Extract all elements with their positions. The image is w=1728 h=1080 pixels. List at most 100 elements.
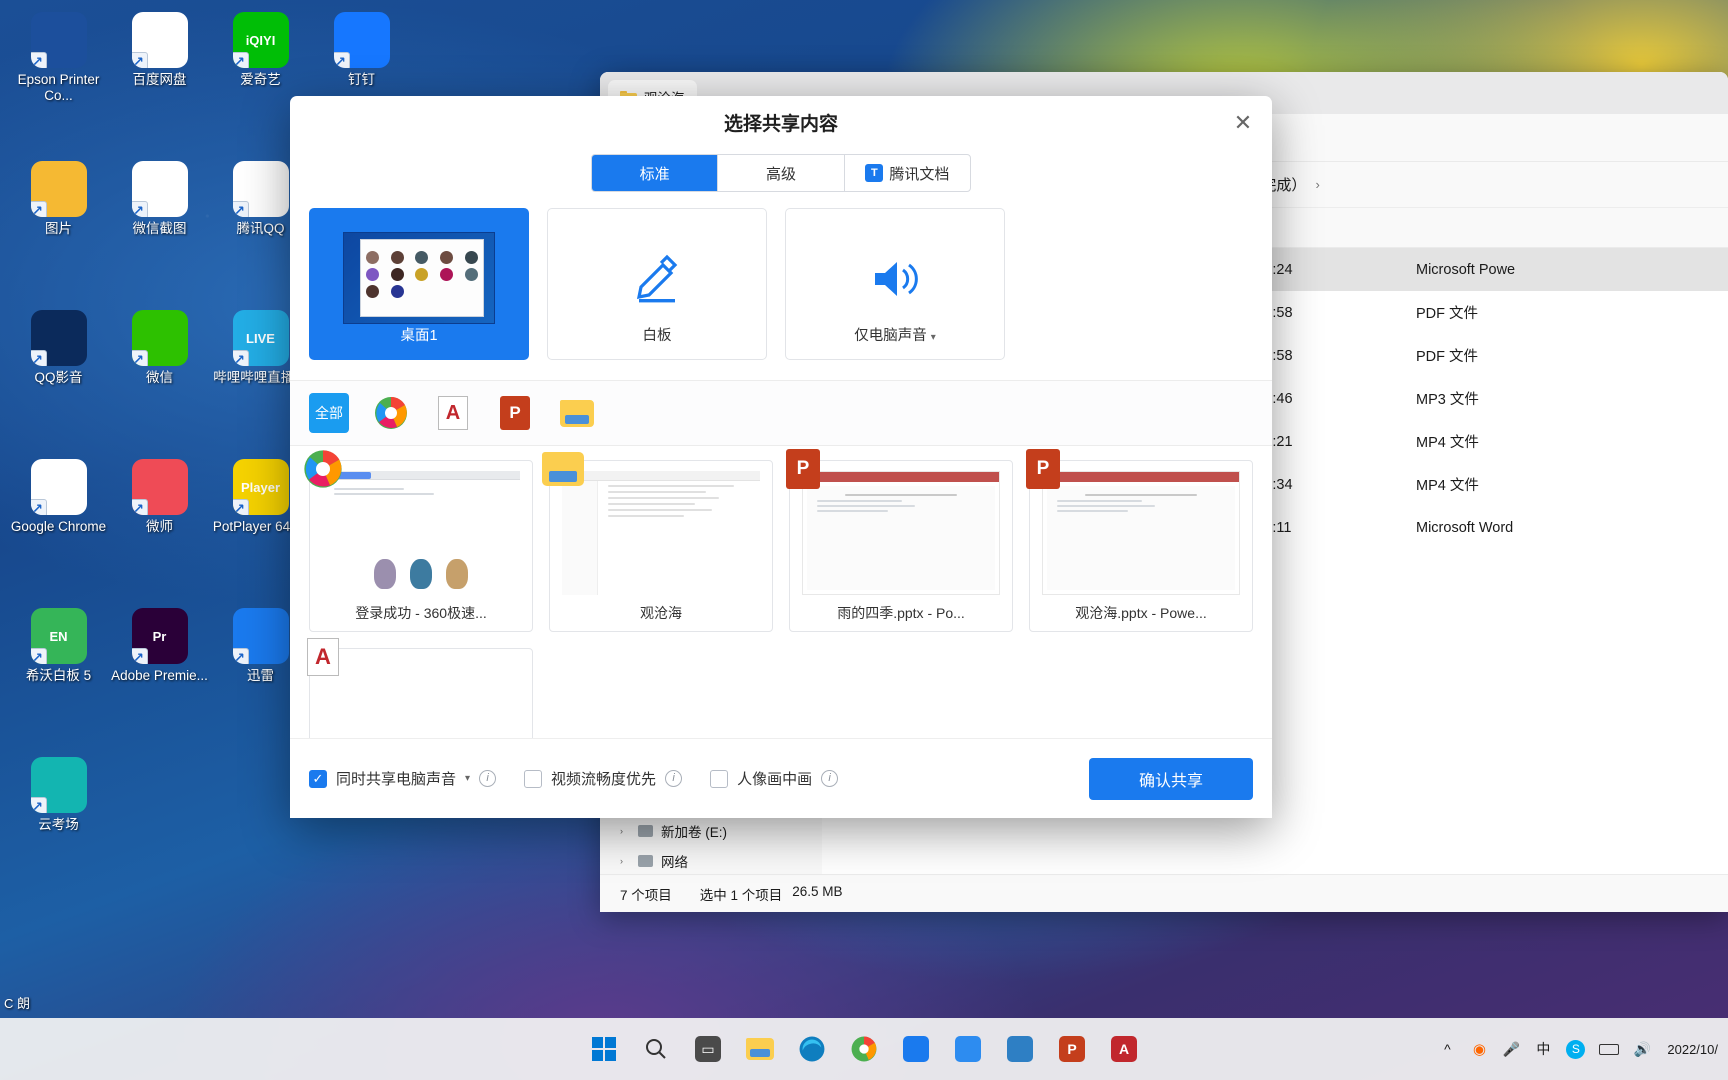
- cloud-exam-icon: ↗: [30, 757, 87, 813]
- taskbar-xunlei-icon[interactable]: [899, 1032, 933, 1066]
- taskbar-meeting-icon[interactable]: [1003, 1032, 1037, 1066]
- folder-filter-icon[interactable]: [557, 393, 597, 433]
- shortcut-arrow-icon: ↗: [131, 499, 148, 515]
- tray-sogou-icon[interactable]: ◉: [1470, 1038, 1488, 1060]
- window-thumbnail-card[interactable]: 观沧海: [542, 452, 773, 632]
- desktop-icon-label: Adobe Premie...: [111, 668, 208, 683]
- taskbar-file-explorer-icon[interactable]: [743, 1032, 777, 1066]
- desktop-icon-pictures-folder-icon[interactable]: ↗ 图片: [8, 155, 109, 304]
- tab-label: 高级: [765, 165, 796, 183]
- share-source-whiteboard[interactable]: 白板: [547, 208, 767, 360]
- close-icon[interactable]: ✕: [1228, 108, 1258, 138]
- tray-show-hidden-icon[interactable]: ^: [1438, 1038, 1456, 1060]
- share-source-desktop[interactable]: 桌面1: [309, 208, 529, 360]
- taskbar-powerpoint-icon[interactable]: P: [1055, 1032, 1089, 1066]
- chrome-360-filter-icon[interactable]: [371, 393, 411, 433]
- desktop-icon-epson-printer-icon[interactable]: ↗ Epson Printer Co...: [8, 6, 109, 155]
- option-0[interactable]: ✓ 同时共享电脑声音 ▾ i: [309, 768, 497, 789]
- window-thumbnail-card[interactable]: A: [307, 638, 533, 738]
- taskbar-clock[interactable]: 2022/10/: [1667, 1042, 1718, 1057]
- option-2[interactable]: 人像画中画 i: [710, 768, 839, 789]
- taskbar-items[interactable]: ▭ P A: [587, 1032, 1141, 1066]
- nav-item-label: 新加卷 (E:): [661, 825, 727, 840]
- window-preview-thumbnail: [802, 471, 1000, 595]
- desktop-icon-seewo-whiteboard-icon[interactable]: EN ↗ 希沃白板 5: [8, 602, 109, 751]
- powerpoint-icon: P: [781, 447, 825, 491]
- shortcut-arrow-icon: ↗: [232, 499, 249, 515]
- tray-mic-icon[interactable]: 🎤: [1502, 1038, 1520, 1060]
- tray-ime-icon[interactable]: 中: [1534, 1038, 1552, 1060]
- nav-item[interactable]: › 网络: [612, 846, 822, 876]
- nav-item-label: 网络: [661, 855, 688, 870]
- shortcut-arrow-icon: ↗: [131, 52, 148, 68]
- system-tray[interactable]: ^ ◉ 🎤 中 S 🔊 2022/10/: [1438, 1038, 1718, 1060]
- tencent-docs-icon: T: [865, 164, 884, 182]
- checkbox[interactable]: ✓: [309, 769, 327, 788]
- option-1[interactable]: 视频流畅度优先 i: [524, 768, 683, 789]
- window-preview-thumbnail: [1042, 471, 1240, 595]
- info-icon[interactable]: i: [665, 770, 683, 787]
- tab-1[interactable]: 高级: [718, 155, 845, 191]
- taskbar-google-chrome-icon[interactable]: [847, 1032, 881, 1066]
- explorer-status-bar: 7 个项目 选中 1 个项目 26.5 MB: [600, 874, 1728, 912]
- tray-volume-icon[interactable]: 🔊: [1633, 1038, 1651, 1060]
- info-icon[interactable]: i: [821, 770, 839, 787]
- window-preview-thumbnail: [562, 471, 760, 595]
- baidu-netdisk-icon: ↗: [131, 12, 188, 68]
- desktop-corner-text: C 朗: [4, 996, 31, 1011]
- adobe-premiere-icon: Pr ↗: [131, 608, 188, 664]
- checkbox[interactable]: [524, 769, 543, 788]
- share-source-audio[interactable]: 仅电脑声音 ▾: [785, 208, 1005, 360]
- drive-icon: [638, 825, 653, 837]
- app-filter-row[interactable]: 全部 A P: [290, 380, 1272, 446]
- window-thumbnail-card[interactable]: P 观沧海.pptx - Powe...: [1026, 449, 1253, 632]
- pdf-icon: A: [301, 635, 345, 679]
- chevron-down-icon[interactable]: ▾: [465, 773, 470, 784]
- desktop-icon-adobe-premiere-icon[interactable]: Pr ↗ Adobe Premie...: [109, 602, 210, 751]
- all-filter-icon[interactable]: 全部: [309, 393, 349, 433]
- desktop-icon-baidu-netdisk-icon[interactable]: ↗ 百度网盘: [109, 6, 210, 155]
- desktop-icon-weishi-icon[interactable]: ↗ 微师: [109, 453, 210, 602]
- nav-item[interactable]: › 新加卷 (E:): [612, 816, 822, 846]
- pdf-filter-icon[interactable]: A: [433, 393, 473, 433]
- share-source-row[interactable]: 桌面1 白板 仅电脑声音 ▾: [290, 208, 1272, 380]
- desktop-icon-wechat-screenshot-icon[interactable]: ↗ 微信截图: [109, 155, 210, 304]
- chevron-down-icon[interactable]: ▾: [931, 332, 936, 343]
- desktop-icon-cloud-exam-icon[interactable]: ↗ 云考场: [8, 751, 109, 900]
- powerpoint-filter-icon[interactable]: P: [495, 393, 535, 433]
- tab-0[interactable]: 标准: [592, 155, 719, 191]
- share-content-dialog[interactable]: 选择共享内容 ✕ 标准 高级 T 腾讯文档 桌面1 白板 仅电脑声音 ▾ 全部 A P 登录成…: [290, 96, 1272, 818]
- file-type-cell: PDF 文件: [1416, 349, 1479, 365]
- window-thumbnail-label: 观沧海: [640, 605, 682, 621]
- tray-battery-icon[interactable]: [1599, 1038, 1620, 1060]
- taskbar-windows-start-icon[interactable]: [587, 1032, 621, 1066]
- window-thumbnail-card[interactable]: P 雨的四季.pptx - Po...: [786, 449, 1013, 632]
- folder-icon: [541, 447, 585, 491]
- taskbar-photos-icon[interactable]: [951, 1032, 985, 1066]
- taskbar-search-icon[interactable]: [639, 1032, 673, 1066]
- info-icon[interactable]: i: [479, 770, 497, 787]
- desktop-icon-wechat-icon[interactable]: ↗ 微信: [109, 304, 210, 453]
- desktop-icon-qq-player-icon[interactable]: ↗ QQ影音: [8, 304, 109, 453]
- window-thumbnail-grid[interactable]: 登录成功 - 360极速... 观沧海 P 雨的四季.pptx - Po... P 观沧海…: [290, 446, 1272, 738]
- shortcut-arrow-icon: ↗: [131, 648, 148, 664]
- taskbar[interactable]: ▭ P A ^ ◉ 🎤 中 S 🔊 2022/10/: [0, 1018, 1728, 1080]
- shortcut-arrow-icon: ↗: [30, 648, 47, 664]
- tab-2[interactable]: T 腾讯文档: [845, 155, 970, 191]
- share-options[interactable]: ✓ 同时共享电脑声音 ▾ i 视频流畅度优先 i 人像画中画 i: [309, 768, 839, 789]
- taskbar-microsoft-edge-icon[interactable]: [795, 1032, 829, 1066]
- desktop-icon-label: 希沃白板 5: [25, 668, 92, 683]
- taskbar-task-view-icon[interactable]: ▭: [691, 1032, 725, 1066]
- desktop-icon-google-chrome-icon[interactable]: ↗ Google Chrome: [8, 453, 109, 602]
- window-thumbnail-card[interactable]: 登录成功 - 360极速...: [304, 450, 533, 632]
- dialog-footer[interactable]: ✓ 同时共享电脑声音 ▾ i 视频流畅度优先 i 人像画中画 i 确认共享: [290, 738, 1272, 818]
- tray-skype-icon[interactable]: S: [1566, 1038, 1586, 1060]
- dialog-tab-bar[interactable]: 标准 高级 T 腾讯文档: [591, 154, 971, 192]
- desktop-icon-label: 钉钉: [348, 72, 375, 87]
- taskbar-acrobat-icon[interactable]: A: [1107, 1032, 1141, 1066]
- window-preview-thumbnail: [322, 471, 520, 595]
- checkbox[interactable]: [710, 769, 729, 788]
- dingtalk-icon: ↗: [333, 12, 390, 68]
- confirm-share-button[interactable]: 确认共享: [1089, 757, 1253, 800]
- status-items-count: 7 个项目: [620, 887, 672, 903]
